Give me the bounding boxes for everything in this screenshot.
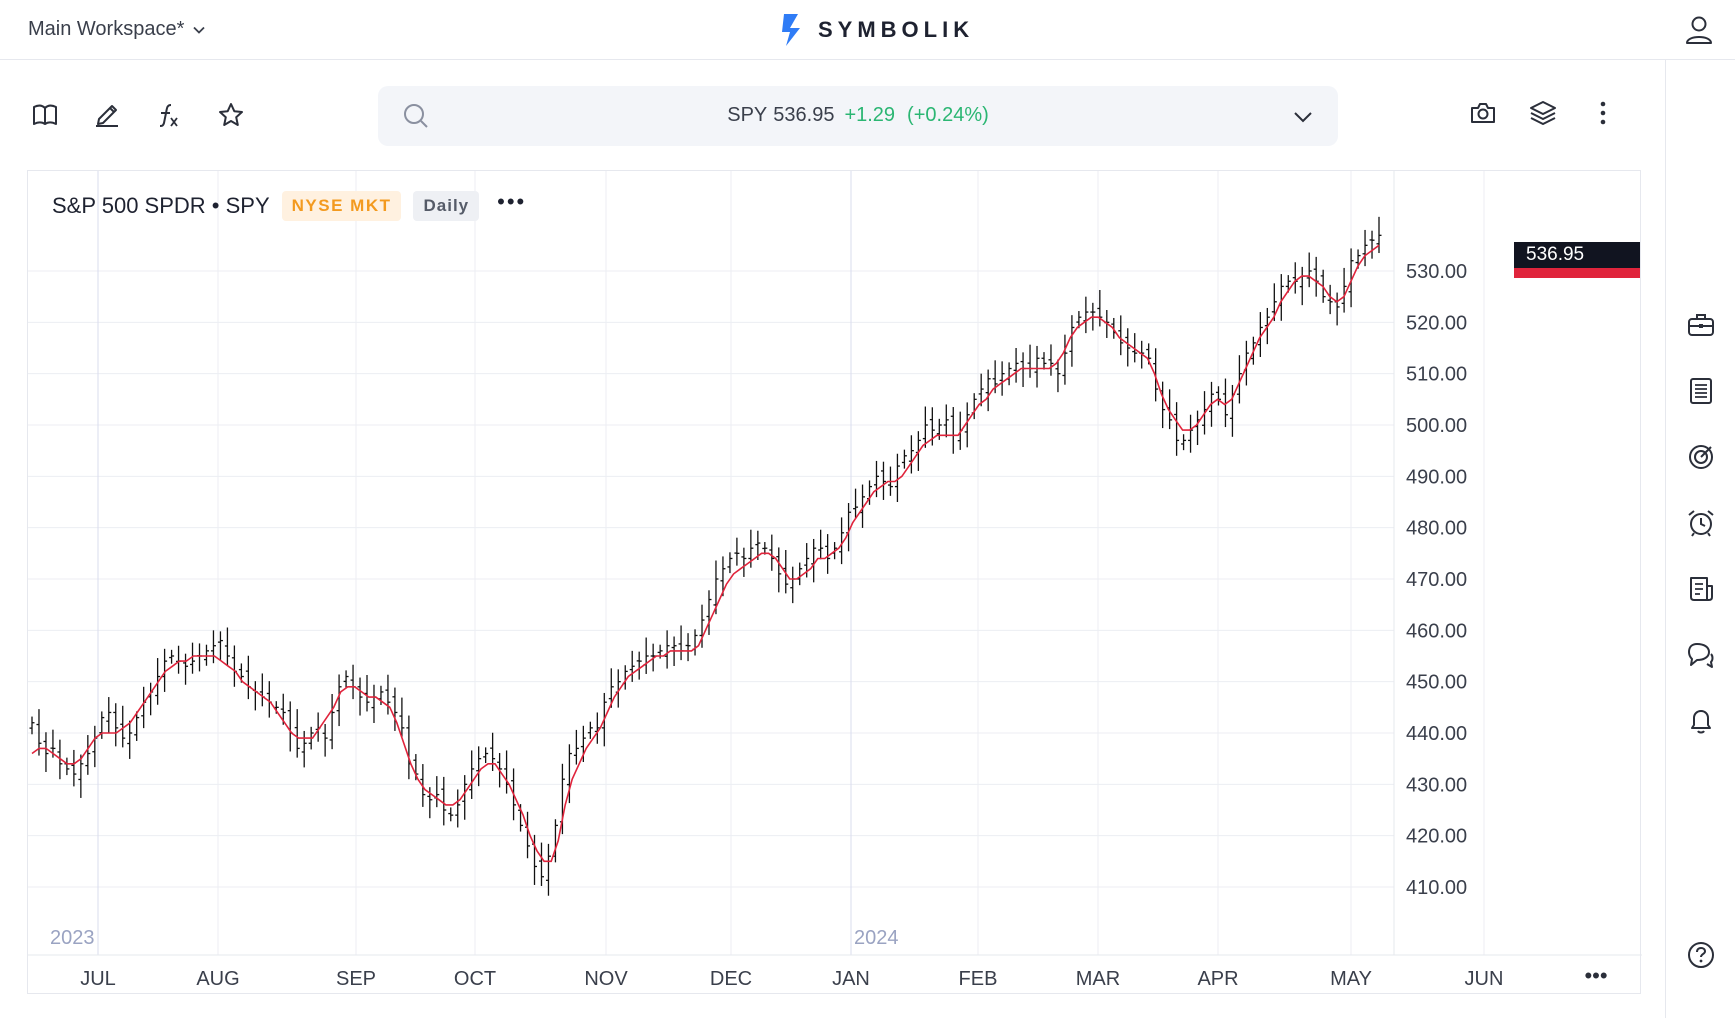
top-bar: Main Workspace* SYMBOLIK xyxy=(0,0,1735,60)
price-tick-label: 460.00 xyxy=(1406,620,1467,642)
scanner-icon xyxy=(1689,445,1713,469)
quote-price: 536.95 xyxy=(773,104,835,126)
watchlist-icon xyxy=(1690,378,1712,404)
book-button[interactable] xyxy=(30,100,60,130)
book-icon xyxy=(33,104,57,125)
price-tick-label: 440.00 xyxy=(1406,723,1467,745)
sidebar-chat[interactable] xyxy=(1686,640,1716,670)
right-sidebar xyxy=(1666,60,1735,1018)
legend-more-button[interactable]: ••• xyxy=(497,191,526,215)
time-axis-more-button[interactable]: ••• xyxy=(1584,963,1607,988)
symbolik-logo-icon xyxy=(782,14,800,46)
sidebar-watchlist[interactable] xyxy=(1686,376,1716,406)
month-tick-label: FEB xyxy=(959,968,998,990)
brand-logo: SYMBOLIK xyxy=(780,12,974,48)
sidebar-notifications[interactable] xyxy=(1686,706,1716,736)
chevron-down-icon xyxy=(193,26,205,34)
chart-canvas[interactable]: 530.00 520.00 510.00 500.00 490.00 480.00 470.… xyxy=(28,171,1642,995)
more-options-button[interactable] xyxy=(1588,98,1618,128)
month-tick-label: DEC xyxy=(710,968,752,990)
workspace-label: Main Workspace* xyxy=(28,18,185,40)
price-tick-label: 430.00 xyxy=(1406,774,1467,796)
month-tick-label: OCT xyxy=(454,968,496,990)
chart-legend: S&P 500 SPDR • SPY NYSE MKT Daily ••• xyxy=(52,191,526,221)
snapshot-button[interactable] xyxy=(1468,98,1498,128)
chart-title: S&P 500 SPDR • SPY xyxy=(52,193,270,218)
alarm-icon xyxy=(1688,510,1714,537)
workspace-selector[interactable]: Main Workspace* xyxy=(28,18,206,41)
month-tick-label: JUN xyxy=(1465,968,1504,990)
month-tick-label: JAN xyxy=(832,968,870,990)
quote-line: SPY 536.95 +1.29 (+0.24%) xyxy=(378,104,1338,127)
month-tick-label: MAY xyxy=(1330,968,1372,990)
star-icon xyxy=(219,103,243,126)
interval-badge[interactable]: Daily xyxy=(413,191,480,221)
last-price-tag: 536.95 xyxy=(1514,242,1640,278)
user-icon[interactable] xyxy=(1683,14,1715,46)
price-tick-label: 470.00 xyxy=(1406,569,1467,591)
draw-button[interactable] xyxy=(92,100,122,130)
brand-name: SYMBOLIK xyxy=(818,17,975,42)
price-chart[interactable]: 530.00 520.00 510.00 500.00 490.00 480.00 470.… xyxy=(27,170,1642,995)
price-tick-label: 410.00 xyxy=(1406,877,1467,899)
help-icon xyxy=(1688,942,1714,968)
month-tick-label: NOV xyxy=(584,968,628,990)
favorites-button[interactable] xyxy=(216,100,246,130)
price-tick-label: 500.00 xyxy=(1406,415,1467,437)
price-tick-label: 450.00 xyxy=(1406,672,1467,694)
month-tick-label: AUG xyxy=(196,968,239,990)
quote-change: +1.29 xyxy=(844,104,896,126)
moving-average-line xyxy=(31,244,1380,863)
chat-icon xyxy=(1688,643,1714,668)
chevron-down-icon[interactable] xyxy=(1292,106,1314,128)
month-tick-label: SEP xyxy=(336,968,376,990)
layers-icon xyxy=(1530,101,1556,125)
sidebar-scanner[interactable] xyxy=(1686,442,1716,472)
year-label: 2023 xyxy=(50,927,95,949)
chart-actions xyxy=(1468,98,1618,128)
sidebar-news[interactable] xyxy=(1686,574,1716,604)
last-price-label: 536.95 xyxy=(1514,242,1640,268)
year-label: 2024 xyxy=(854,927,899,949)
symbol-search[interactable]: SPY 536.95 +1.29 (+0.24%) xyxy=(378,86,1338,146)
sidebar-portfolio[interactable] xyxy=(1686,310,1716,340)
moving-average-tag xyxy=(1514,268,1640,278)
main-panel: SPY 536.95 +1.29 (+0.24%) 530.00 520.00 510.0… xyxy=(0,60,1666,1018)
news-icon xyxy=(1690,577,1713,601)
function-icon xyxy=(159,104,178,127)
quote-change-pct: (+0.24%) xyxy=(907,104,989,126)
camera-icon xyxy=(1471,103,1495,123)
sidebar-alarms[interactable] xyxy=(1686,508,1716,538)
price-tick-label: 530.00 xyxy=(1406,261,1467,283)
more-vertical-icon xyxy=(1600,101,1606,125)
briefcase-icon xyxy=(1688,314,1714,336)
price-tick-label: 480.00 xyxy=(1406,518,1467,540)
quote-symbol: SPY xyxy=(727,104,768,126)
price-tick-label: 420.00 xyxy=(1406,826,1467,848)
month-tick-label: APR xyxy=(1197,968,1238,990)
indicators-button[interactable] xyxy=(154,100,184,130)
month-tick-label: MAR xyxy=(1076,968,1120,990)
price-tick-label: 490.00 xyxy=(1406,466,1467,488)
chart-tools xyxy=(30,100,246,130)
pencil-icon xyxy=(96,105,118,127)
layers-button[interactable] xyxy=(1528,98,1558,128)
sidebar-help[interactable] xyxy=(1686,940,1716,970)
price-tick-label: 510.00 xyxy=(1406,364,1467,386)
month-tick-label: JUL xyxy=(80,968,116,990)
bell-icon xyxy=(1691,710,1711,734)
price-tick-label: 520.00 xyxy=(1406,312,1467,334)
exchange-badge: NYSE MKT xyxy=(281,191,402,221)
